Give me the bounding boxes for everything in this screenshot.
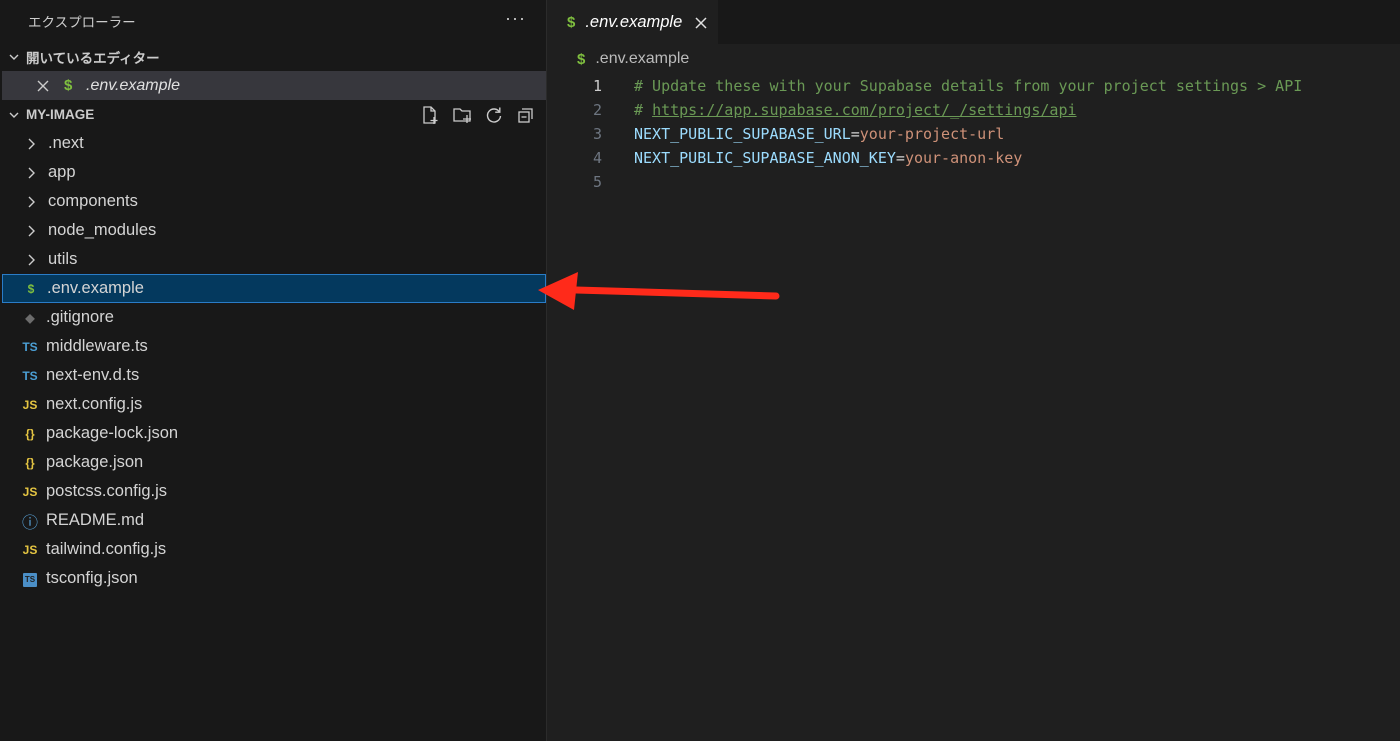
tree-file-next-config[interactable]: JS next.config.js	[2, 390, 546, 419]
file-name: package-lock.json	[46, 424, 179, 442]
tree-folder-node-modules[interactable]: node_modules	[2, 216, 546, 245]
open-editor-filename: .env.example	[86, 76, 180, 94]
explorer-toolbar	[420, 105, 536, 125]
chevron-right-icon	[28, 225, 35, 236]
code-line: 1 # Update these with your Supabase deta…	[547, 74, 1400, 98]
json-file-icon: {}	[25, 455, 35, 470]
chevron-right-icon	[28, 138, 35, 149]
new-folder-icon[interactable]	[452, 105, 472, 125]
code-line: 3 NEXT_PUBLIC_SUPABASE_URL = your-projec…	[547, 122, 1400, 146]
tab-label: .env.example	[585, 13, 683, 31]
tree-file-tsconfig[interactable]: TS tsconfig.json	[2, 564, 546, 593]
new-file-icon[interactable]	[420, 105, 440, 125]
collapse-all-icon[interactable]	[516, 105, 536, 125]
breadcrumb[interactable]: $ .env.example	[547, 44, 1400, 74]
tree-file-postcss-config[interactable]: JS postcss.config.js	[2, 477, 546, 506]
line-number: 1	[592, 77, 602, 95]
env-value: your-anon-key	[904, 149, 1023, 167]
file-name: .gitignore	[46, 308, 114, 326]
tree-file-middleware[interactable]: TS middleware.ts	[2, 332, 546, 361]
line-number: 3	[592, 125, 602, 143]
file-name: next-env.d.ts	[46, 366, 140, 384]
tree-folder-components[interactable]: components	[2, 187, 546, 216]
code-comment-prefix: #	[634, 101, 653, 119]
explorer-sidebar: エクスプローラー ··· 開いているエディター $ .env.example M…	[0, 0, 547, 741]
file-name: README.md	[46, 511, 145, 529]
tree-file-package[interactable]: {} package.json	[2, 448, 546, 477]
annotation-arrow-icon	[538, 272, 780, 310]
tree-file-next-env[interactable]: TS next-env.d.ts	[2, 361, 546, 390]
line-number: 4	[592, 149, 602, 167]
folder-name: app	[48, 163, 76, 181]
code-editor[interactable]: 1 # Update these with your Supabase deta…	[547, 74, 1400, 194]
javascript-file-icon: JS	[22, 542, 38, 557]
project-name: MY-IMAGE	[26, 107, 95, 122]
editor-area: $ .env.example $ .env.example 1 # Update…	[547, 0, 1400, 741]
code-comment: # Update these with your Supabase detail…	[634, 77, 1303, 95]
tree-file-readme[interactable]: ⓘ README.md	[2, 506, 546, 535]
tree-folder-next[interactable]: .next	[2, 129, 546, 158]
javascript-file-icon: JS	[22, 397, 38, 412]
tree-folder-utils[interactable]: utils	[2, 245, 546, 274]
env-file-icon: $	[27, 281, 35, 296]
open-editors-header[interactable]: 開いているエディター	[0, 42, 546, 71]
env-key: NEXT_PUBLIC_SUPABASE_URL	[634, 125, 851, 143]
tab-bar: $ .env.example	[547, 0, 1400, 44]
more-actions-icon[interactable]: ···	[505, 8, 526, 29]
folder-name: utils	[48, 250, 78, 268]
file-name: postcss.config.js	[46, 482, 168, 500]
env-key: NEXT_PUBLIC_SUPABASE_ANON_KEY	[634, 149, 896, 167]
tree-file-gitignore[interactable]: ◆ .gitignore	[2, 303, 546, 332]
tree-folder-app[interactable]: app	[2, 158, 546, 187]
env-equals: =	[895, 149, 905, 167]
file-name: .env.example	[47, 279, 144, 297]
chevron-right-icon	[28, 167, 35, 178]
chevron-right-icon	[28, 254, 35, 265]
tsconfig-file-icon: TS	[20, 571, 40, 587]
line-number: 5	[592, 173, 602, 191]
tree-file-package-lock[interactable]: {} package-lock.json	[2, 419, 546, 448]
code-line: 5	[547, 170, 1400, 194]
folder-name: components	[48, 192, 138, 210]
file-name: tsconfig.json	[46, 569, 138, 587]
folder-name: node_modules	[48, 221, 157, 239]
typescript-file-icon: TS	[22, 339, 38, 354]
code-line: 2 # https://app.supabase.com/project/_/s…	[547, 98, 1400, 122]
tab-env-example[interactable]: $ .env.example	[547, 0, 719, 44]
breadcrumb-filename: .env.example	[595, 50, 690, 67]
line-number: 2	[592, 101, 602, 119]
chevron-down-icon	[9, 112, 19, 118]
json-file-icon: {}	[25, 426, 35, 441]
explorer-title: エクスプローラー	[28, 15, 136, 30]
open-editors-label: 開いているエディター	[26, 50, 160, 66]
folder-name: .next	[48, 134, 84, 152]
env-file-icon: $	[577, 50, 586, 68]
explorer-header: エクスプローラー ···	[0, 0, 546, 42]
file-name: next.config.js	[46, 395, 143, 413]
close-icon[interactable]	[694, 16, 708, 30]
env-equals: =	[850, 125, 860, 143]
info-icon: ⓘ	[21, 514, 38, 532]
refresh-icon[interactable]	[484, 105, 504, 125]
close-icon[interactable]	[36, 79, 50, 93]
file-name: tailwind.config.js	[46, 540, 167, 558]
env-value: your-project-url	[859, 125, 1005, 143]
code-line: 4 NEXT_PUBLIC_SUPABASE_ANON_KEY = your-a…	[547, 146, 1400, 170]
project-header[interactable]: MY-IMAGE	[0, 100, 546, 129]
tree-file-env-example[interactable]: $ .env.example	[2, 274, 546, 303]
tree-file-tailwind-config[interactable]: JS tailwind.config.js	[2, 535, 546, 564]
code-link[interactable]: https://app.supabase.com/project/_/setti…	[652, 101, 1076, 119]
chevron-down-icon	[9, 54, 19, 60]
env-file-icon: $	[567, 14, 576, 31]
file-name: package.json	[46, 453, 144, 471]
git-file-icon: ◆	[25, 310, 35, 325]
chevron-right-icon	[28, 196, 35, 207]
env-file-icon: $	[64, 77, 73, 94]
open-editor-item[interactable]: $ .env.example	[2, 71, 546, 100]
javascript-file-icon: JS	[22, 484, 38, 499]
file-name: middleware.ts	[46, 337, 148, 355]
typescript-file-icon: TS	[22, 368, 38, 383]
